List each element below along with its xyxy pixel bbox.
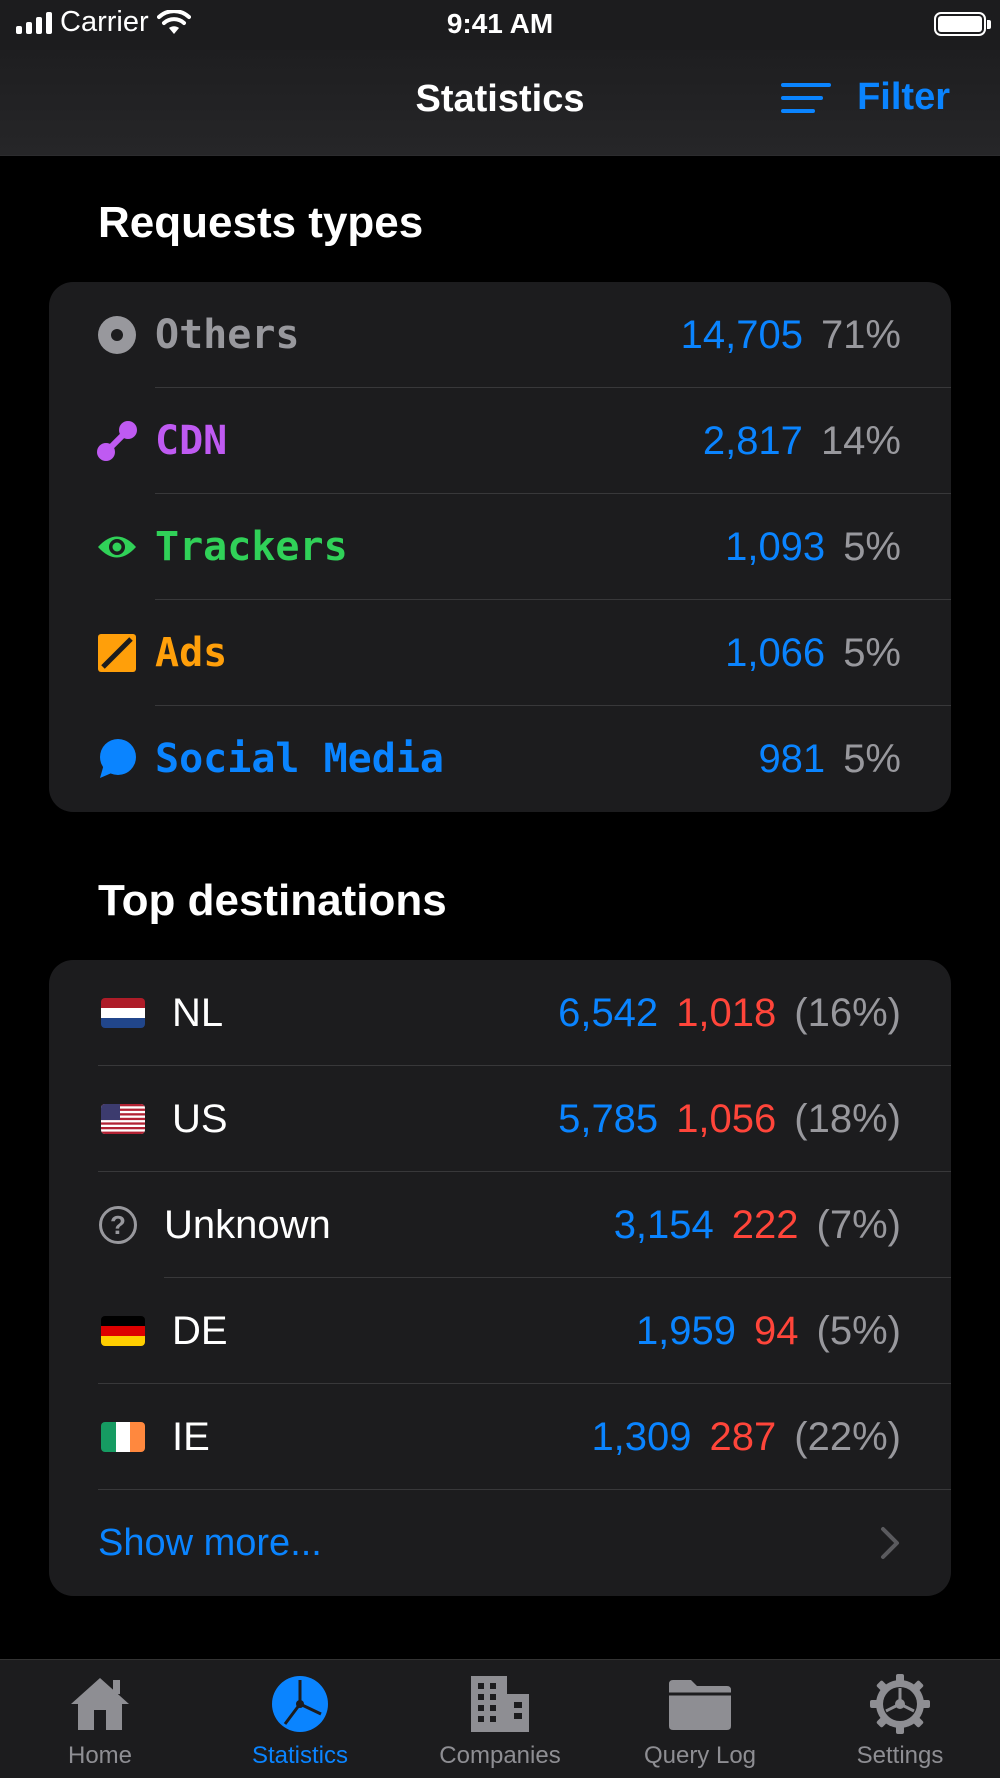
question-circle-icon: ? (99, 1206, 137, 1244)
request-type-label: Trackers (155, 524, 348, 570)
destination-percent: (7%) (816, 1202, 901, 1247)
request-type-count: 1,093 (725, 524, 826, 569)
flag-de-icon (101, 1316, 145, 1346)
flag-nl-icon (101, 998, 145, 1028)
request-type-label: Ads (155, 630, 228, 676)
request-type-count: 2,817 (702, 418, 803, 463)
filter-icon (781, 82, 832, 113)
destination-country: DE (172, 1308, 228, 1353)
ads-icon (96, 632, 138, 674)
destination-percent: (5%) (816, 1308, 901, 1353)
request-type-label: Others (155, 312, 300, 358)
destination-total: 1,959 (635, 1308, 737, 1353)
destination-percent: (16%) (794, 990, 901, 1035)
destination-country: US (172, 1096, 228, 1141)
status-bar: Carrier 9:41 AM (0, 0, 1000, 50)
top-destinations-title: Top destinations (98, 876, 447, 925)
request-type-count: 14,705 (680, 312, 803, 357)
filter-label: Filter (857, 76, 950, 118)
destination-percent: (22%) (794, 1414, 901, 1459)
destination-country: IE (172, 1414, 210, 1459)
destination-total: 3,154 (613, 1202, 714, 1247)
tab-companies[interactable]: Companies (400, 1660, 600, 1778)
request-type-count: 1,066 (725, 630, 826, 675)
destination-percent: (18%) (794, 1096, 901, 1141)
request-types-title: Requests types (98, 198, 424, 247)
request-type-percent: 5% (843, 630, 901, 675)
request-type-percent: 5% (843, 524, 901, 569)
destination-country: Unknown (164, 1202, 331, 1247)
request-type-percent: 71% (820, 312, 901, 357)
tab-label: Companies (439, 1742, 561, 1769)
tab-settings[interactable]: Settings (800, 1660, 1000, 1778)
destination-row-ie[interactable]: IE 1,309 287 (22%) (49, 1384, 951, 1490)
tab-statistics[interactable]: Statistics (200, 1660, 400, 1778)
cdn-icon (96, 420, 138, 462)
gear-icon (867, 1674, 933, 1734)
request-type-percent: 14% (820, 418, 901, 463)
destination-blocked: 1,018 (676, 990, 777, 1035)
filter-button[interactable]: Filter (781, 76, 950, 119)
request-type-row-trackers[interactable]: Trackers 1,093 5% (49, 494, 951, 600)
destination-total: 6,542 (558, 990, 659, 1035)
destination-row-us[interactable]: US 5,785 1,056 (18%) (49, 1066, 951, 1172)
request-type-row-cdn[interactable]: CDN 2,817 14% (49, 388, 951, 494)
pie-chart-icon (267, 1674, 333, 1734)
request-type-count: 981 (758, 736, 826, 781)
request-type-label: Social Media (155, 736, 444, 782)
tab-label: Settings (856, 1742, 944, 1769)
show-more-link[interactable]: Show more... (98, 1522, 322, 1565)
circle-dot-icon (96, 314, 138, 356)
show-more-row[interactable]: Show more... (49, 1490, 951, 1596)
destination-row-unknown[interactable]: ? Unknown 3,154 222 (7%) (49, 1172, 951, 1278)
top-destinations-card: NL 6,542 1,018 (16%) US 5,785 1,056 (18%… (49, 960, 951, 1596)
flag-us-icon (101, 1104, 145, 1134)
folder-icon (667, 1674, 733, 1734)
request-type-row-others[interactable]: Others 14,705 71% (49, 282, 951, 388)
house-icon (67, 1674, 133, 1734)
tab-home[interactable]: Home (0, 1660, 200, 1778)
destination-blocked: 94 (754, 1308, 799, 1353)
request-type-percent: 5% (843, 736, 901, 781)
destination-country: NL (172, 990, 224, 1035)
chat-bubble-icon (96, 738, 138, 780)
tab-bar: Home Statistics Companies Query Log Sett… (0, 1659, 1000, 1778)
tab-label: Query Log (643, 1742, 757, 1769)
tab-label: Home (67, 1742, 133, 1769)
request-types-card: Others 14,705 71% CDN 2,817 14% Trackers… (49, 282, 951, 812)
destination-total: 1,309 (591, 1414, 692, 1459)
chevron-right-icon (881, 1527, 899, 1559)
tab-label: Statistics (251, 1742, 349, 1769)
destination-total: 5,785 (558, 1096, 659, 1141)
destination-blocked: 1,056 (676, 1096, 777, 1141)
request-type-row-ads[interactable]: Ads 1,066 5% (49, 600, 951, 706)
destination-blocked: 287 (709, 1414, 777, 1459)
tab-query-log[interactable]: Query Log (600, 1660, 800, 1778)
request-type-row-social-media[interactable]: Social Media 981 5% (49, 706, 951, 812)
battery-icon (934, 12, 991, 36)
destination-row-nl[interactable]: NL 6,542 1,018 (16%) (49, 960, 951, 1066)
flag-ie-icon (101, 1422, 145, 1452)
request-type-label: CDN (155, 418, 228, 464)
status-time: 9:41 AM (446, 8, 554, 39)
navigation-bar: Statistics Filter (0, 50, 1000, 156)
eye-icon (96, 526, 138, 568)
destination-blocked: 222 (731, 1202, 799, 1247)
destination-row-de[interactable]: DE 1,959 94 (5%) (49, 1278, 951, 1384)
building-icon (467, 1674, 533, 1734)
